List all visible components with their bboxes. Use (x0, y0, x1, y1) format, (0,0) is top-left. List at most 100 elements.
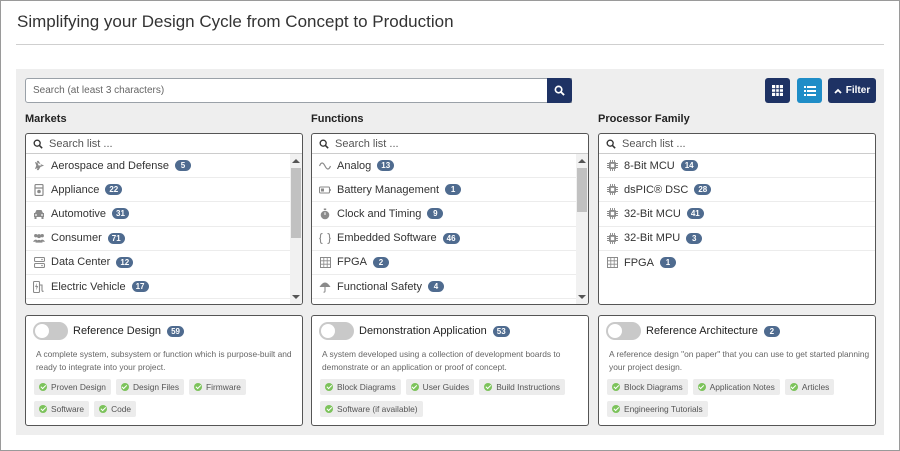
reference-design-card: Reference Design 59 A complete system, su… (25, 315, 303, 426)
list-item[interactable]: Battery Management 1 (312, 178, 588, 203)
list-item[interactable]: Consumer 71 (26, 227, 302, 251)
search-input[interactable] (26, 79, 571, 102)
tag: User Guides (405, 379, 475, 395)
scroll-up-arrow[interactable] (292, 159, 300, 163)
grid-icon (772, 85, 783, 96)
list-item[interactable]: Clock and Timing 9 (312, 202, 588, 227)
scroll-up-arrow[interactable] (578, 159, 586, 163)
check-icon (325, 405, 333, 413)
list-item[interactable]: Automotive 31 (26, 202, 302, 227)
markets-list: Aerospace and Defense 5 Appliance 22 Aut… (26, 154, 302, 304)
chevron-up-icon (834, 88, 842, 94)
list-item[interactable]: Electric Vehicle 17 (26, 275, 302, 300)
tag-label: Block Diagrams (337, 382, 396, 392)
scroll-down-arrow[interactable] (578, 295, 586, 299)
demonstration-application-toggle[interactable] (319, 322, 354, 340)
check-icon (325, 383, 333, 391)
processor-family-list-box: 8-Bit MCU 14 dsPIC® DSC 28 32-Bit MCU 41… (598, 133, 876, 305)
card-tags: Proven Design Design Files Firmware Soft… (34, 379, 300, 417)
list-item[interactable]: 32-Bit MPU 3 (599, 227, 875, 251)
toggle-knob (608, 324, 622, 338)
check-icon (484, 383, 493, 391)
tag-label: Code (111, 404, 132, 414)
check-icon (612, 405, 620, 413)
reference-architecture-card: Reference Architecture 2 A reference desi… (598, 315, 876, 426)
functions-search-input[interactable] (335, 137, 535, 150)
fpga-grid-icon (319, 256, 331, 268)
list-item[interactable]: dsPIC® DSC 28 (599, 178, 875, 203)
list-item[interactable]: FPGA 2 (312, 251, 588, 275)
global-search (25, 78, 572, 103)
item-label: Automotive (51, 207, 107, 220)
functions-list: Analog 13 Battery Management 1 Clock and… (312, 154, 588, 304)
processor-family-search-input[interactable] (622, 137, 822, 150)
scroll-thumb[interactable] (577, 168, 587, 212)
list-item[interactable]: Appliance 22 (26, 178, 302, 203)
check-icon (39, 383, 47, 391)
check-icon (410, 383, 419, 391)
list-item[interactable]: Data Center 12 (26, 251, 302, 275)
title-divider (16, 44, 884, 45)
card-tags: Block Diagrams Application Notes Article… (607, 379, 873, 417)
tag: Proven Design (34, 379, 111, 395)
count-badge: 13 (377, 160, 395, 172)
code-braces-icon (319, 232, 331, 244)
processor-family-search (599, 134, 875, 154)
ev-charger-icon (33, 280, 45, 293)
count-badge: 9 (427, 208, 444, 220)
people-icon (33, 232, 45, 244)
count-badge: 41 (686, 208, 704, 220)
reference-design-toggle[interactable] (33, 322, 68, 340)
list-item[interactable]: Functional Safety 4 (312, 275, 588, 300)
reference-architecture-toggle[interactable] (606, 322, 641, 340)
list-item[interactable]: Analog 13 (312, 154, 588, 179)
tag: Engineering Tutorials (607, 401, 708, 417)
count-badge: 5 (175, 160, 192, 172)
list-view-button[interactable] (797, 78, 822, 103)
item-label: Battery Management (337, 183, 440, 196)
markets-scrollbar[interactable] (290, 154, 302, 304)
markets-search-input[interactable] (49, 137, 249, 150)
card-title: Reference Design 59 (73, 325, 184, 337)
list-item[interactable]: 8-Bit MCU 14 (599, 154, 875, 179)
card-title-text: Reference Design (73, 325, 162, 337)
list-item[interactable]: 32-Bit MCU 41 (599, 202, 875, 227)
list-icon (803, 85, 816, 96)
markets-list-box: Aerospace and Defense 5 Appliance 22 Aut… (25, 133, 303, 305)
tag-label: Design Files (132, 382, 180, 392)
functions-search (312, 134, 588, 154)
filter-button[interactable]: Filter (828, 78, 876, 103)
tag-label: Software (51, 404, 85, 414)
item-label: 32-Bit MCU (624, 207, 681, 220)
item-label: Embedded Software (337, 232, 437, 245)
tag-label: Build Instructions (496, 382, 560, 392)
card-tags: Block Diagrams User Guides Build Instruc… (320, 379, 586, 417)
demonstration-application-card: Demonstration Application 53 A system dev… (311, 315, 589, 426)
chip-icon (606, 208, 618, 220)
list-item[interactable]: FPGA 1 (599, 251, 875, 275)
scroll-down-arrow[interactable] (292, 295, 300, 299)
search-icon (33, 139, 43, 149)
item-label: FPGA (624, 256, 654, 269)
grid-view-button[interactable] (765, 78, 790, 103)
count-badge: 2 (372, 256, 389, 268)
list-item[interactable]: Aerospace and Defense 5 (26, 154, 302, 179)
tag-label: Articles (801, 382, 830, 392)
search-icon (319, 139, 329, 149)
count-badge: 14 (680, 160, 698, 172)
scroll-thumb[interactable] (291, 168, 301, 238)
item-label: Data Center (51, 256, 111, 269)
count-badge: 22 (105, 184, 123, 196)
list-item[interactable]: Embedded Software 46 (312, 227, 588, 251)
functions-list-box: Analog 13 Battery Management 1 Clock and… (311, 133, 589, 305)
count-badge: 17 (131, 281, 149, 293)
search-button[interactable] (547, 78, 572, 103)
tag-label: Software (if available) (337, 404, 418, 414)
search-icon (554, 85, 565, 96)
count-badge: 3 (686, 232, 703, 244)
page-title: Simplifying your Design Cycle from Conce… (17, 12, 454, 31)
processor-family-list: 8-Bit MCU 14 dsPIC® DSC 28 32-Bit MCU 41… (599, 154, 875, 304)
check-icon (612, 383, 620, 391)
functions-scrollbar[interactable] (576, 154, 588, 304)
check-icon (120, 383, 129, 391)
